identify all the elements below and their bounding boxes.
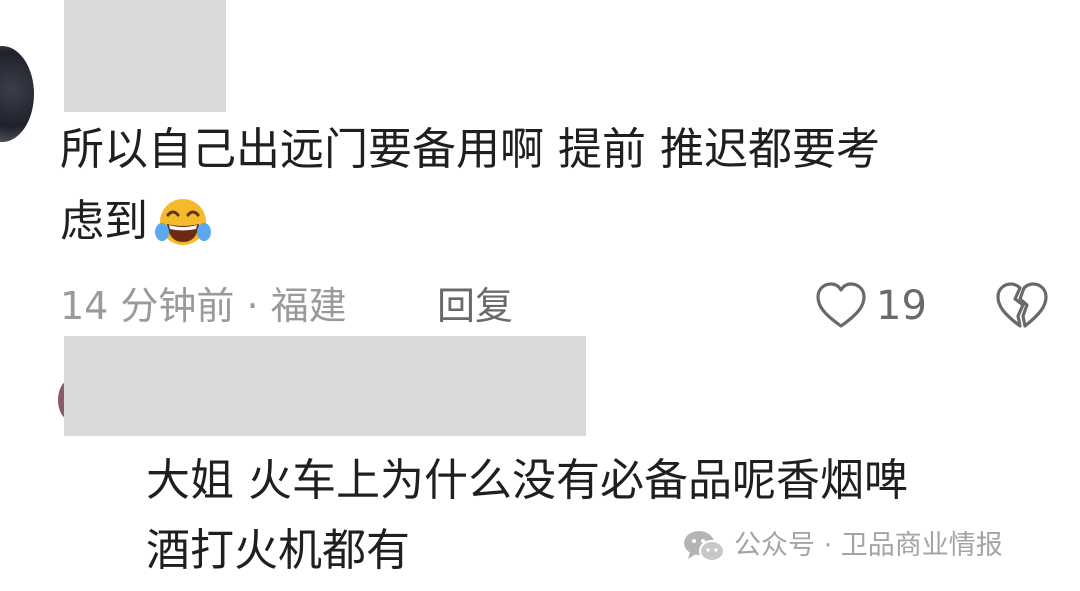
comment-text-line: 酒打火机都有: [146, 525, 410, 576]
comment-meta: 14 分钟前 · 福建: [60, 284, 347, 328]
reply-button[interactable]: 回复: [437, 278, 513, 334]
wechat-icon: [684, 531, 725, 562]
broken-heart-outline-icon[interactable]: [994, 280, 1050, 332]
comment-text-line: 虑到: [60, 189, 212, 255]
comment-text-line: 所以自己出远门要备用啊 提前 推迟都要考: [60, 124, 880, 175]
comment-text-fragment: 虑到: [60, 196, 148, 247]
avatar[interactable]: [0, 46, 34, 142]
like-count: 19: [876, 283, 927, 329]
comment-text-line: 大姐 火车上为什么没有必备品呢香烟啤: [146, 455, 908, 506]
tears-of-joy-emoji-icon: [155, 199, 211, 245]
redacted-username: [64, 0, 226, 112]
heart-outline-icon[interactable]: [814, 280, 868, 332]
redacted-username: [64, 336, 586, 436]
watermark-text: 公众号 · 卫品商业情报: [734, 530, 1003, 561]
